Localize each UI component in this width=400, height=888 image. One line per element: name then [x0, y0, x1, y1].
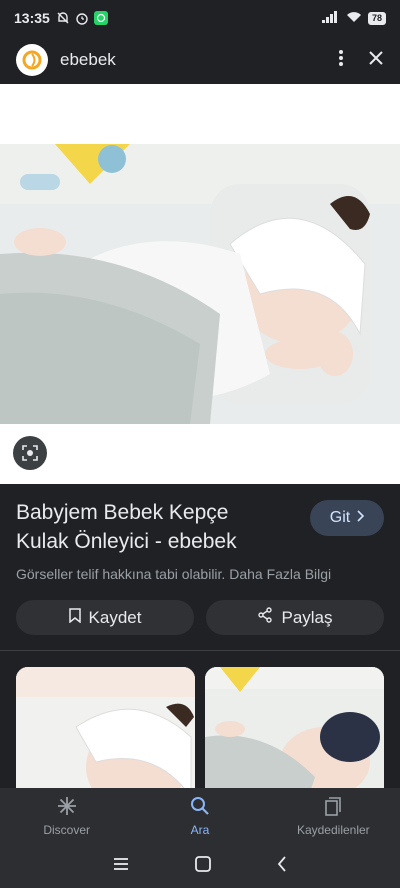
status-bar: 13:35 78 — [0, 0, 400, 36]
ebebek-logo-icon — [16, 44, 48, 76]
copyright-notice[interactable]: Görseller telif hakkına tabi olabilir. D… — [16, 566, 331, 582]
baby-photo[interactable] — [0, 144, 400, 424]
signal-icon — [321, 10, 340, 26]
battery-indicator: 78 — [367, 11, 386, 25]
chevron-right-icon — [356, 509, 365, 527]
system-navigation-bar — [0, 844, 400, 888]
result-info-panel: Babyjem Bebek Kepçe Kulak Önleyici - ebe… — [0, 484, 400, 650]
bottom-navigation: Discover Ara Kaydedilenler — [0, 788, 400, 844]
save-button-label: Kaydet — [88, 607, 142, 627]
recent-apps-icon[interactable] — [113, 857, 129, 876]
status-time: 13:35 — [14, 10, 50, 26]
section-divider — [0, 650, 400, 651]
saved-icon — [323, 796, 343, 819]
close-icon[interactable] — [368, 50, 384, 71]
save-button[interactable]: Kaydet — [16, 600, 194, 635]
related-images — [16, 667, 384, 807]
image-preview-area — [0, 84, 400, 484]
visit-button[interactable]: Git — [310, 500, 384, 536]
related-image-thumb[interactable] — [205, 667, 384, 807]
nav-search-label: Ara — [190, 822, 210, 837]
bell-off-icon — [56, 11, 70, 25]
search-icon — [190, 796, 210, 819]
share-button[interactable]: Paylaş — [206, 600, 384, 635]
asterisk-icon — [57, 796, 77, 819]
wifi-icon — [346, 10, 362, 26]
alarm-icon — [75, 11, 89, 25]
lens-search-button[interactable] — [13, 436, 47, 470]
home-icon[interactable] — [195, 855, 211, 877]
nav-saved[interactable]: Kaydedilenler — [267, 788, 400, 844]
nav-saved-label: Kaydedilenler — [296, 822, 370, 837]
share-icon — [257, 607, 273, 628]
nav-search[interactable]: Ara — [133, 788, 266, 844]
site-header: ebebek — [0, 36, 400, 84]
related-image-thumb[interactable] — [16, 667, 195, 807]
more-options-icon[interactable] — [338, 49, 344, 72]
bookmark-icon — [68, 607, 81, 628]
result-title[interactable]: Babyjem Bebek Kepçe Kulak Önleyici - ebe… — [16, 498, 286, 556]
visit-button-label: Git — [329, 509, 351, 526]
site-name: ebebek — [60, 50, 116, 69]
nav-discover[interactable]: Discover — [0, 788, 133, 844]
whatsapp-icon — [93, 11, 108, 25]
back-icon[interactable] — [277, 855, 287, 877]
share-button-label: Paylaş — [281, 607, 333, 627]
nav-discover-label: Discover — [43, 822, 90, 837]
